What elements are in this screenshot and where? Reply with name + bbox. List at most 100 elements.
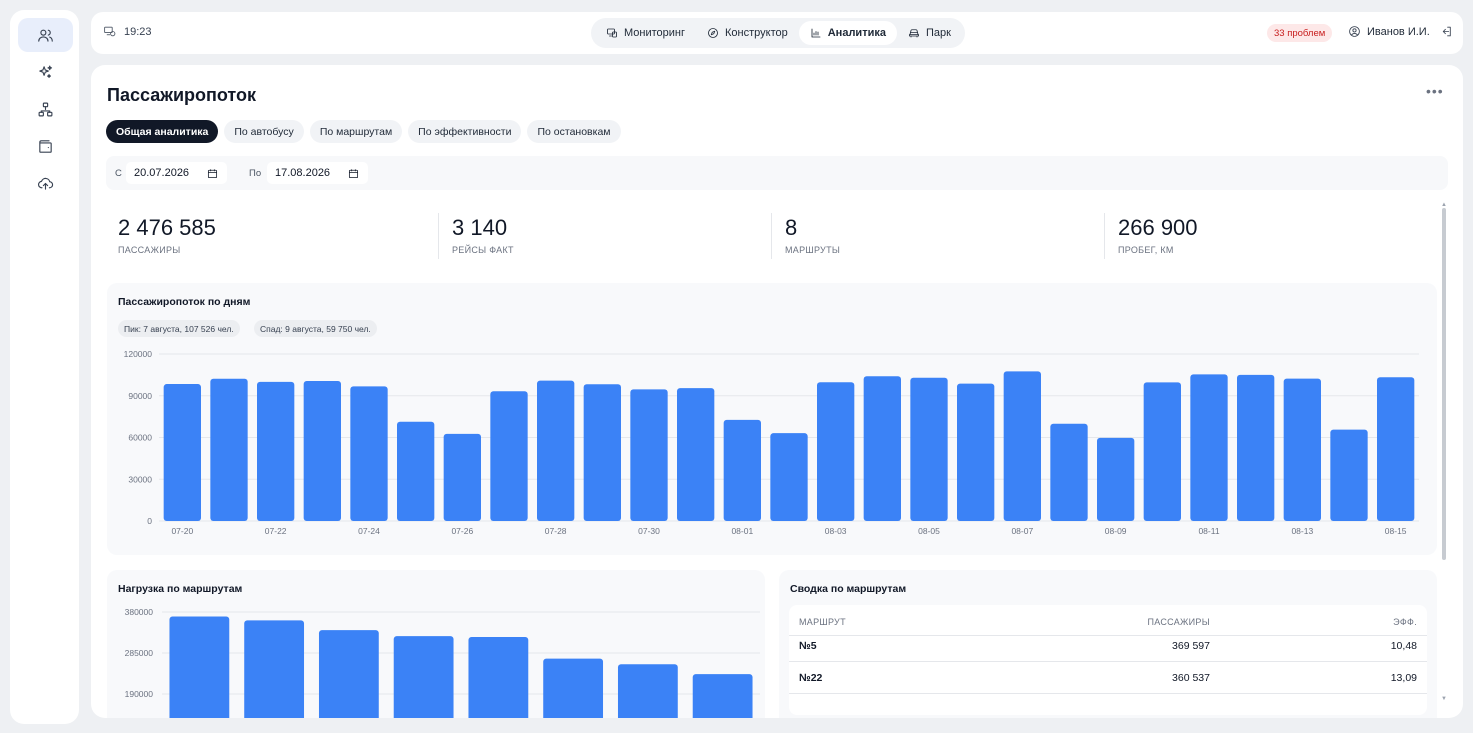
bar[interactable] xyxy=(723,419,761,521)
bar[interactable] xyxy=(692,674,753,718)
bar[interactable] xyxy=(210,378,248,521)
tab-by-stops[interactable]: По остановкам xyxy=(527,120,621,143)
bar[interactable] xyxy=(1003,371,1041,521)
bar[interactable] xyxy=(677,388,715,521)
bar[interactable] xyxy=(443,433,481,521)
chart-icon xyxy=(811,28,821,38)
logout-icon[interactable] xyxy=(1440,25,1453,38)
main-panel: Пассажиропоток ••• Общая аналитика По ав… xyxy=(91,65,1463,718)
bar[interactable] xyxy=(397,421,435,521)
bar[interactable] xyxy=(468,637,529,718)
cell-passengers: 360 537 xyxy=(1172,672,1210,684)
row-divider xyxy=(789,661,1427,662)
nav-tab-label: Конструктор xyxy=(725,27,788,39)
wallet-icon xyxy=(39,139,52,153)
bar[interactable] xyxy=(617,664,678,718)
date-to-input[interactable]: 17.08.2026 xyxy=(267,162,368,184)
column-header-route[interactable]: МАРШРУТ xyxy=(799,617,846,627)
y-tick-label: 190000 xyxy=(125,689,154,699)
x-tick-label: 07-20 xyxy=(171,526,193,536)
kpi-divider xyxy=(771,213,772,259)
bar[interactable] xyxy=(257,381,295,521)
compass-icon xyxy=(708,28,718,38)
nav-tab-analytics[interactable]: Аналитика xyxy=(798,21,897,45)
bar[interactable] xyxy=(1330,429,1368,521)
bar[interactable] xyxy=(393,636,454,718)
kpi-label: РЕЙСЫ ФАКТ xyxy=(452,245,514,255)
bar[interactable] xyxy=(244,620,305,718)
cloud-upload-icon xyxy=(38,177,54,190)
row-divider xyxy=(789,635,1427,636)
date-from-input[interactable]: 20.07.2026 xyxy=(126,162,227,184)
bar[interactable] xyxy=(1377,377,1415,521)
y-tick-label: 120000 xyxy=(124,349,153,359)
daily-bar-chart: 0 30000 60000 90000 120000 07-20 07-22 07-24 07-… xyxy=(124,349,1419,536)
bar[interactable] xyxy=(543,658,604,718)
analytics-tabs: Общая аналитика По автобусу По маршрутам… xyxy=(106,120,621,143)
problems-badge[interactable]: 33 проблем xyxy=(1267,24,1333,42)
tab-by-bus[interactable]: По автобусу xyxy=(224,120,304,143)
tab-general[interactable]: Общая аналитика xyxy=(106,120,219,143)
bar[interactable] xyxy=(1283,378,1321,521)
bar[interactable] xyxy=(169,616,230,718)
sidebar-item-finance[interactable] xyxy=(18,129,73,163)
kpi-value: 2 476 585 xyxy=(118,215,216,240)
nav-tab-park[interactable]: Парк xyxy=(897,21,962,45)
kpi-value: 3 140 xyxy=(452,215,508,240)
daily-chart-card: Пассажиропоток по дням Пик: 7 августа, 1… xyxy=(107,283,1437,555)
column-header-eff[interactable]: ЭФФ. xyxy=(1393,617,1417,627)
bar[interactable] xyxy=(957,383,995,521)
bar[interactable] xyxy=(630,389,668,521)
date-from-label: С xyxy=(115,168,122,179)
bar[interactable] xyxy=(303,380,341,521)
bar[interactable] xyxy=(163,384,201,521)
bar[interactable] xyxy=(350,386,388,521)
route-summary-table: МАРШРУТ ПАССАЖИРЫ ЭФФ. №5 369 597 10,48 … xyxy=(789,605,1427,715)
scrollbar-thumb[interactable] xyxy=(1442,208,1446,560)
x-tick-label: 08-15 xyxy=(1385,526,1407,536)
bar[interactable] xyxy=(490,391,528,521)
nav-tab-constructor[interactable]: Конструктор xyxy=(696,21,799,45)
tab-by-efficiency[interactable]: По эффективности xyxy=(408,120,522,143)
kpi-label: ПАССАЖИРЫ xyxy=(118,245,181,255)
bar[interactable] xyxy=(1097,437,1135,521)
y-tick-label: 0 xyxy=(147,516,152,526)
bar[interactable] xyxy=(1050,423,1088,521)
sidebar-item-upload[interactable] xyxy=(18,166,73,200)
cell-route: №5 xyxy=(799,640,817,652)
y-tick-label: 380000 xyxy=(125,607,154,617)
x-tick-label: 07-30 xyxy=(638,526,660,536)
bar[interactable] xyxy=(910,377,948,521)
sidebar-item-passengers[interactable] xyxy=(18,18,73,52)
date-from-value: 20.07.2026 xyxy=(134,167,190,179)
bar[interactable] xyxy=(863,376,901,521)
kpi-value: 266 900 xyxy=(1118,215,1198,240)
left-sidebar xyxy=(10,10,79,724)
top-bar: 19:23 Мониторинг Конструктор Аналитика П… xyxy=(91,12,1463,54)
monitor-icon xyxy=(607,28,617,38)
nav-tab-monitoring[interactable]: Мониторинг xyxy=(595,21,696,45)
more-options-icon[interactable]: ••• xyxy=(1426,83,1444,99)
page-title: Пассажиропоток xyxy=(107,85,257,105)
tab-by-routes[interactable]: По маршрутам xyxy=(309,120,403,143)
column-header-passengers[interactable]: ПАССАЖИРЫ xyxy=(1147,617,1210,627)
sidebar-item-ai[interactable] xyxy=(18,55,73,89)
kpi-mileage: 266 900 ПРОБЕГ, КМ xyxy=(1118,215,1198,255)
kpi-passengers: 2 476 585 ПАССАЖИРЫ xyxy=(118,215,216,255)
bar[interactable] xyxy=(1237,374,1275,521)
bar[interactable] xyxy=(318,630,379,718)
kpi-trips: 3 140 РЕЙСЫ ФАКТ xyxy=(452,215,514,255)
bar[interactable] xyxy=(1143,382,1181,521)
scroll-down-arrow[interactable]: ▼ xyxy=(1441,696,1447,702)
y-tick-label: 285000 xyxy=(125,648,154,658)
bar[interactable] xyxy=(770,433,808,521)
route-summary-title: Сводка по маршрутам xyxy=(790,583,907,595)
bar[interactable] xyxy=(583,384,621,521)
bar[interactable] xyxy=(1190,374,1228,521)
users-icon xyxy=(38,29,53,42)
user-menu[interactable]: Иванов И.И. xyxy=(1348,25,1453,38)
bar[interactable] xyxy=(817,382,855,521)
bar[interactable] xyxy=(537,380,575,521)
sidebar-item-structure[interactable] xyxy=(18,92,73,126)
nav-tab-label: Мониторинг xyxy=(624,27,686,39)
